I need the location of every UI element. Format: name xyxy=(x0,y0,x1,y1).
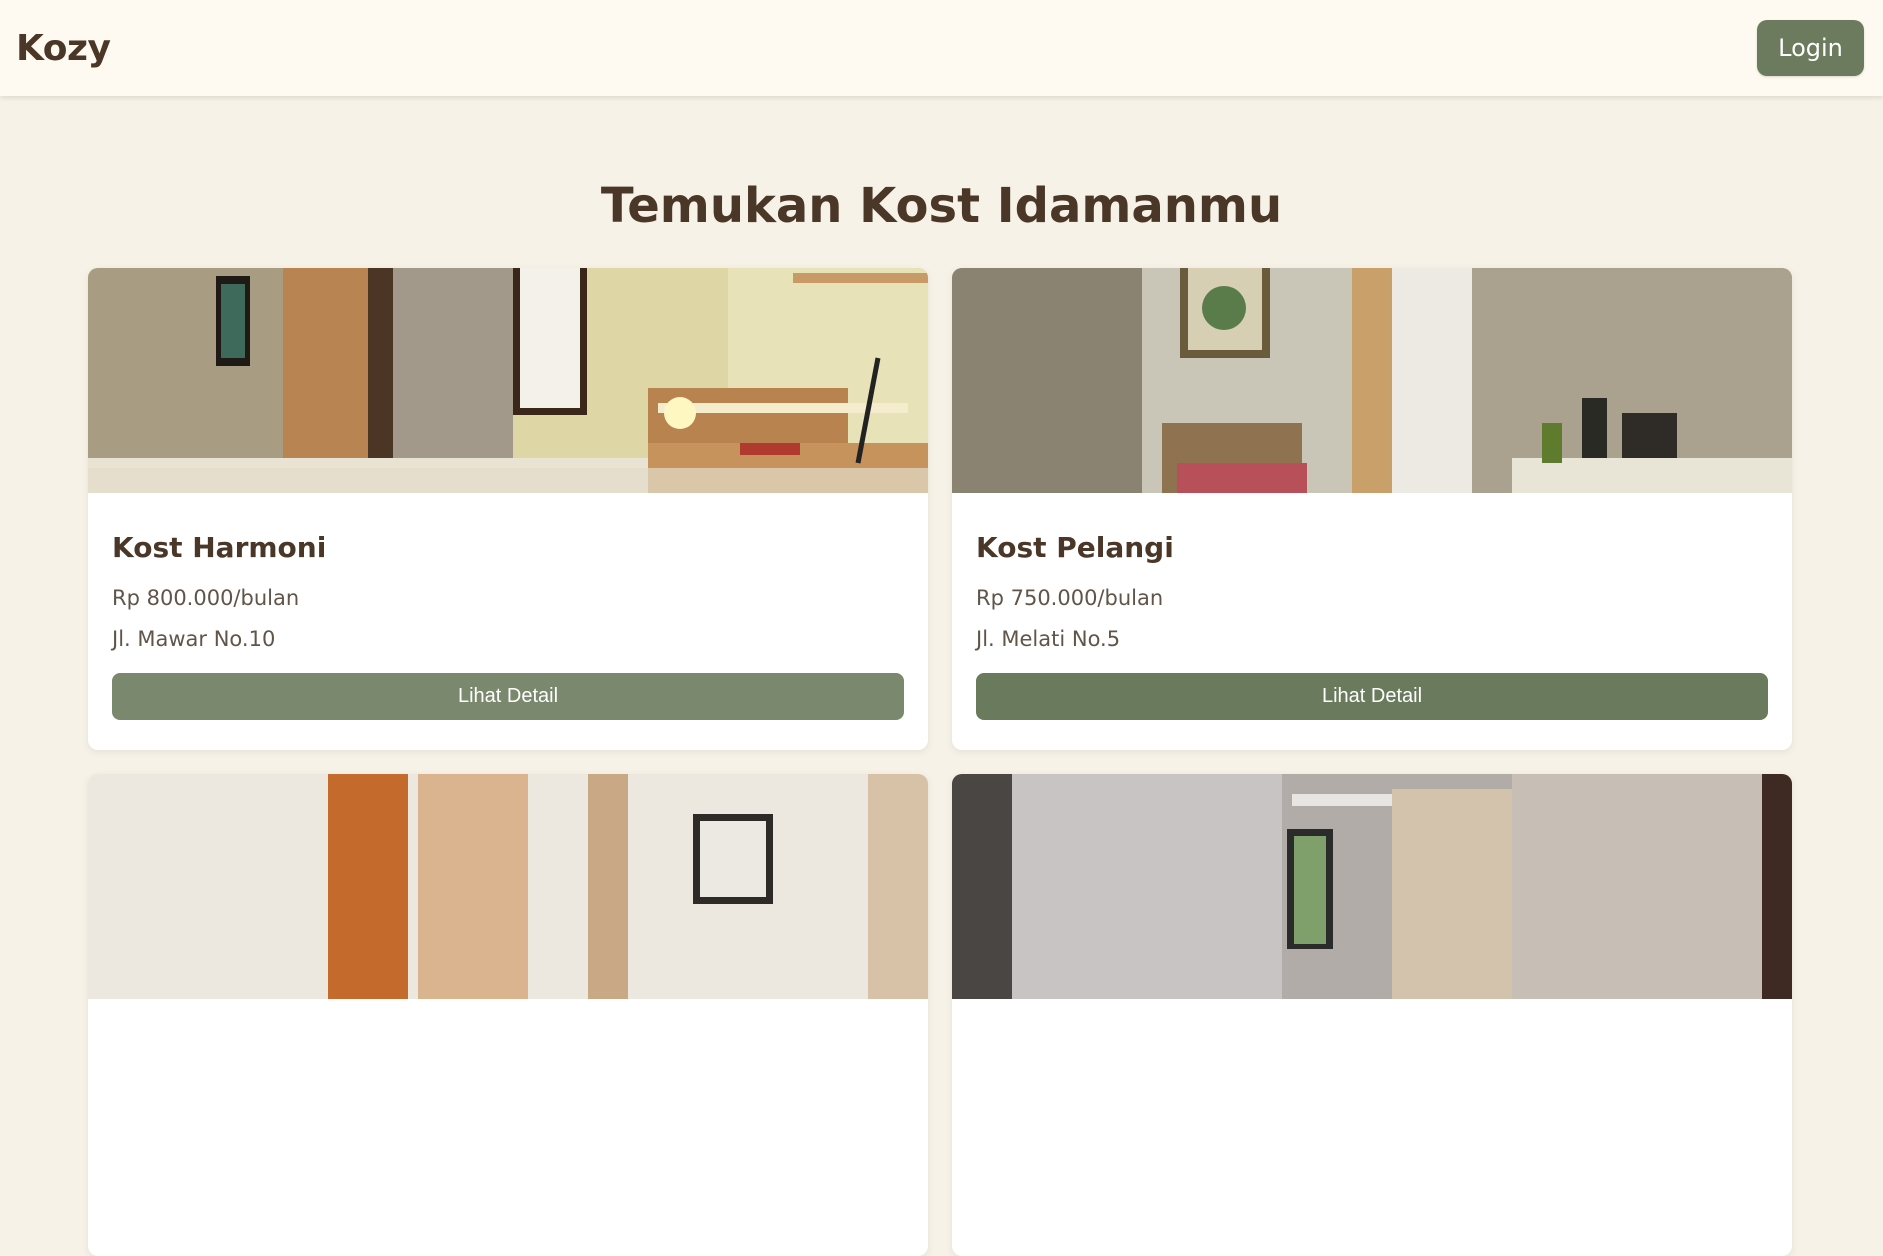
listing-name: Kost Harmoni xyxy=(112,531,327,564)
listing-address: Jl. Mawar No.10 xyxy=(112,627,276,651)
listing-card xyxy=(88,774,928,1256)
login-button[interactable]: Login xyxy=(1757,20,1864,76)
listing-info: Kost Harmoni Rp 800.000/bulan Jl. Mawar … xyxy=(88,493,928,744)
view-detail-button[interactable]: Lihat Detail xyxy=(112,673,904,720)
page-title: Temukan Kost Idamanmu xyxy=(600,178,1283,234)
listing-name: Kost Pelangi xyxy=(976,531,1174,564)
listing-grid: Kost Harmoni Rp 800.000/bulan Jl. Mawar … xyxy=(88,268,1793,1256)
listing-price: Rp 750.000/bulan xyxy=(976,586,1164,610)
room-photo xyxy=(88,774,928,999)
view-detail-button[interactable]: Lihat Detail xyxy=(976,673,1768,720)
listing-card xyxy=(952,774,1792,1256)
listing-address: Jl. Melati No.5 xyxy=(976,627,1121,651)
listing-card: Kost Harmoni Rp 800.000/bulan Jl. Mawar … xyxy=(88,268,928,750)
room-photo xyxy=(88,268,928,493)
brand-logo[interactable]: Kozy xyxy=(16,28,111,69)
room-photo xyxy=(952,774,1792,999)
listing-price: Rp 800.000/bulan xyxy=(112,586,300,610)
listing-info: Kost Pelangi Rp 750.000/bulan Jl. Melati… xyxy=(952,493,1792,744)
room-photo xyxy=(952,268,1792,493)
navbar: Kozy Login xyxy=(0,0,1883,96)
listing-card: Kost Pelangi Rp 750.000/bulan Jl. Melati… xyxy=(952,268,1792,750)
